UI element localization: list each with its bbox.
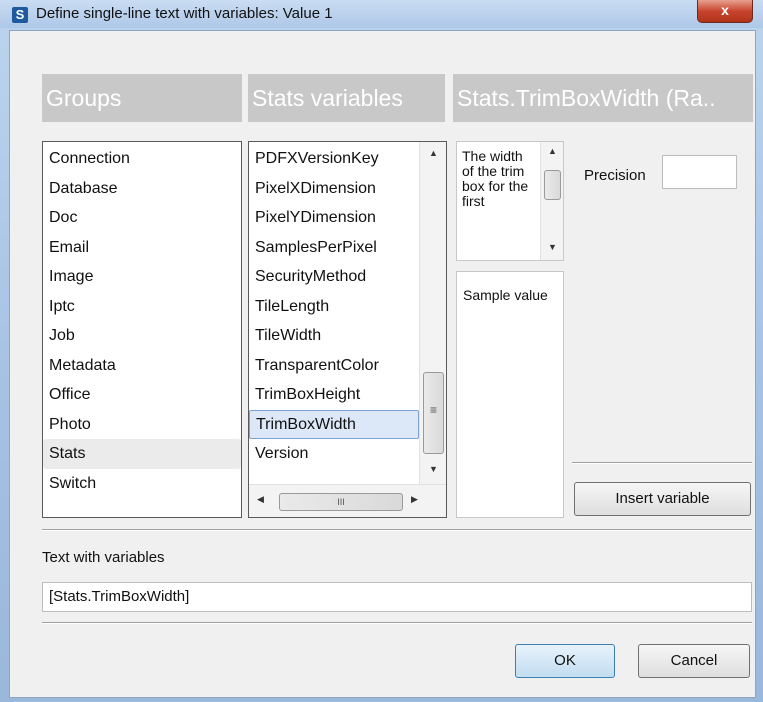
variable-list-item[interactable]: TileLength [249,292,419,322]
ok-button[interactable]: OK [515,644,615,678]
close-icon: x [721,2,729,18]
variable-list-item[interactable]: PDFXVersionKey [249,144,419,174]
groups-list[interactable]: Connection Database Doc Email Image Iptc Job Me… [42,141,242,518]
variable-list-item[interactable]: TransparentColor [249,351,419,381]
variables-vertical-scrollbar[interactable]: ▲ ≡ ▼ [419,142,446,484]
dialog-window: S Define single-line text with variables… [0,0,763,702]
group-list-item[interactable]: Email [43,233,241,263]
variable-list-item[interactable]: SecurityMethod [249,262,419,292]
group-list-item[interactable]: Switch [43,469,241,499]
dialog-client-area: Groups Stats variables Stats.TrimBoxWidt… [9,30,756,698]
hgrip-icon: III [337,497,345,507]
detail-separator [572,462,752,464]
text-with-variables-label: Text with variables [42,549,165,566]
scroll-right-arrow-icon[interactable]: ▶ [411,494,418,505]
group-list-item[interactable]: Job [43,321,241,351]
sample-value-box: Sample value [456,271,564,518]
precision-label: Precision [584,167,646,184]
desc-scroll-up-icon[interactable]: ▲ [541,146,563,156]
group-list-item[interactable]: Metadata [43,351,241,381]
group-list-item[interactable]: Stats [43,439,241,469]
description-text: The width of the trim box for the first [462,148,529,209]
groups-header: Groups [42,74,242,122]
group-list-item[interactable]: Office [43,380,241,410]
variables-list[interactable]: PDFXVersionKey PixelXDimension PixelYDimen… [248,141,447,518]
group-list-item[interactable]: Connection [43,144,241,174]
grip-icon: ≡ [429,403,437,417]
variable-list-item[interactable]: TileWidth [249,321,419,351]
scroll-down-arrow-icon[interactable]: ▼ [420,464,446,474]
group-list-item[interactable]: Doc [43,203,241,233]
lower-separator [42,622,752,624]
precision-input[interactable] [662,155,737,189]
title-bar[interactable]: S Define single-line text with variables… [0,0,763,28]
variables-header: Stats variables [248,74,445,122]
window-title: Define single-line text with variables: … [36,5,333,22]
variable-list-item[interactable]: TrimBoxWidth [249,409,419,439]
desc-scroll-down-icon[interactable]: ▼ [541,242,563,252]
app-icon: S [12,7,28,23]
variable-list-item[interactable]: PixelYDimension [249,203,419,233]
variables-horizontal-scrollbar[interactable]: ◀ III ▶ [249,484,446,517]
group-list-item[interactable]: Iptc [43,292,241,322]
scroll-left-arrow-icon[interactable]: ◀ [257,494,264,505]
description-scrollbar[interactable]: ▲ ▼ [540,142,563,260]
upper-separator [42,529,752,531]
variable-list-item[interactable]: PixelXDimension [249,174,419,204]
group-list-item[interactable]: Image [43,262,241,292]
detail-header: Stats.TrimBoxWidth (Ra.. [453,74,753,122]
sample-value-text: Sample value [463,287,548,303]
variables-scroll-thumb[interactable]: ≡ [423,372,444,454]
insert-variable-button[interactable]: Insert variable [574,482,751,516]
group-list-item[interactable]: Database [43,174,241,204]
close-button[interactable]: x [697,0,753,23]
variable-list-item[interactable]: Version [249,439,419,469]
variables-hscroll-thumb[interactable]: III [279,493,403,511]
desc-scroll-thumb[interactable] [544,170,561,200]
cancel-button[interactable]: Cancel [638,644,750,678]
scroll-up-arrow-icon[interactable]: ▲ [420,148,446,158]
variable-list-item[interactable]: SamplesPerPixel [249,233,419,263]
text-with-variables-input[interactable]: [Stats.TrimBoxWidth] [42,582,752,612]
variable-list-item[interactable]: TrimBoxHeight [249,380,419,410]
description-box[interactable]: The width of the trim box for the first … [456,141,564,261]
group-list-item[interactable]: Photo [43,410,241,440]
